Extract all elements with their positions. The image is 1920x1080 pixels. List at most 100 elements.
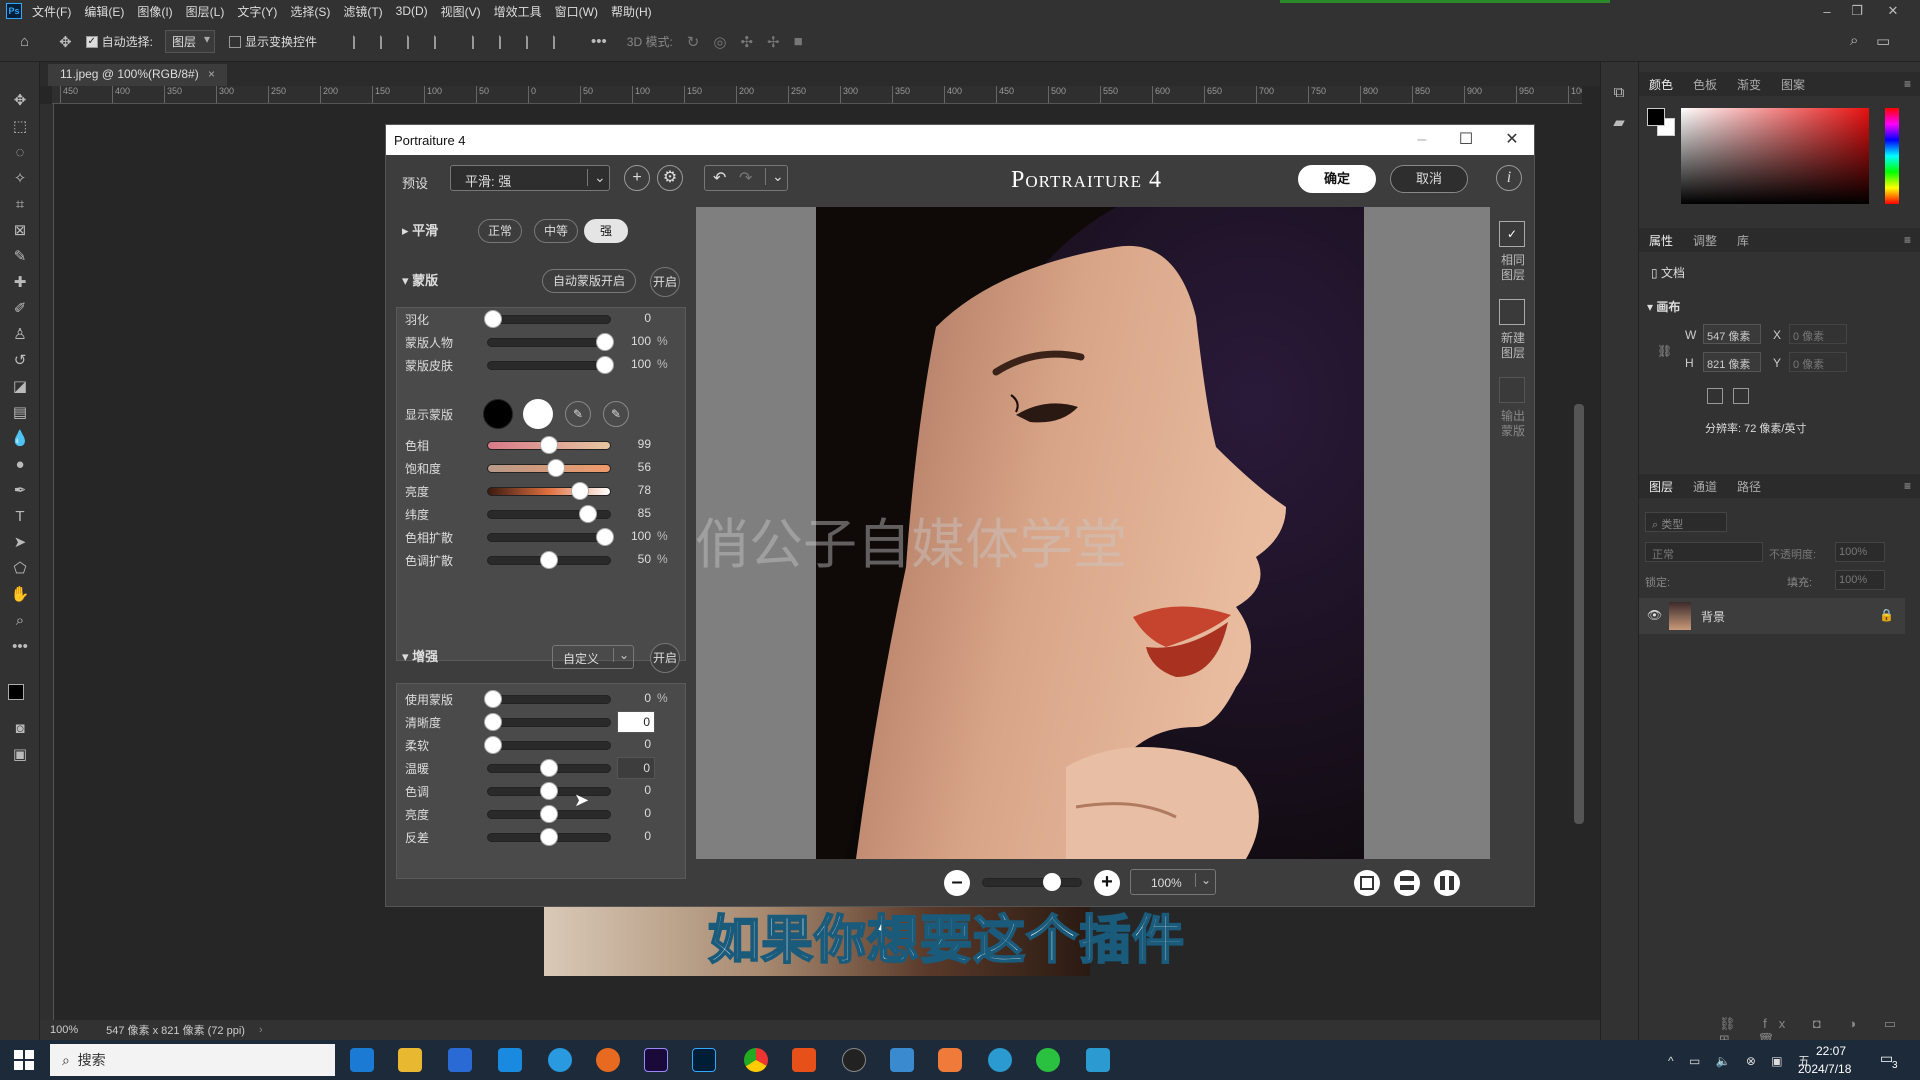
link-icon[interactable]: ⛓ (1657, 344, 1672, 358)
eyedropper-icon[interactable]: ✎ (8, 246, 32, 268)
restore-icon[interactable]: ❐ (1844, 0, 1870, 22)
mask-value[interactable]: 100 (619, 357, 651, 371)
hue-slider[interactable] (1885, 108, 1899, 204)
screen-mode-icon[interactable]: ▣ (8, 744, 32, 766)
mask-color-slider-knob[interactable] (540, 436, 558, 454)
mask-slider-knob[interactable] (596, 356, 614, 374)
mask-color-value[interactable]: 100 (619, 529, 651, 543)
menu-file[interactable]: 文件(F) (32, 3, 71, 20)
menu-view[interactable]: 视图(V) (441, 3, 481, 20)
mask-color-slider-knob[interactable] (579, 505, 598, 523)
enhance-slider-knob[interactable] (484, 713, 502, 731)
mask-black-swatch[interactable] (483, 399, 513, 429)
mask-color-value[interactable]: 85 (619, 506, 651, 520)
enhance-slider[interactable] (487, 695, 611, 704)
firefox-icon[interactable] (596, 1048, 620, 1072)
enhance-value[interactable]: 0 (619, 691, 651, 705)
auto-mask-button[interactable]: 自动蒙版开启 (542, 269, 636, 293)
lasso-tool-icon[interactable]: ◌ (8, 142, 32, 164)
mask-color-slider-knob[interactable] (540, 551, 558, 569)
menu-plugins[interactable]: 增效工具 (494, 3, 542, 20)
mail-icon[interactable] (498, 1048, 522, 1072)
mask-color-value[interactable]: 56 (619, 460, 651, 474)
tab-layers[interactable]: 图层 (1639, 478, 1683, 495)
search-icon[interactable]: ⌕ (1850, 32, 1858, 49)
dodge-tool-icon[interactable]: ● (8, 454, 32, 476)
y-field[interactable]: 0 像素 (1789, 352, 1847, 372)
align-bottom-icon[interactable] (526, 34, 540, 49)
menu-layer[interactable]: 图层(L) (186, 3, 225, 20)
enhance-value[interactable]: 0 (619, 806, 651, 820)
zoom-slider-knob[interactable] (1043, 873, 1061, 891)
cloud-icon[interactable] (1086, 1048, 1110, 1072)
app-icon[interactable] (890, 1048, 914, 1072)
tab-paths[interactable]: 路径 (1727, 478, 1771, 495)
auto-select-checkbox[interactable]: ✓ (85, 35, 98, 48)
mask-value[interactable]: 100 (619, 334, 651, 348)
x-field[interactable]: 0 像素 (1789, 324, 1847, 344)
enhance-value-box[interactable]: 0 (617, 711, 655, 733)
menu-filter[interactable]: 滤镜(T) (343, 3, 382, 20)
path-select-icon[interactable]: ➤ (8, 532, 32, 554)
mask-eyedropper-icon[interactable]: ✎ (565, 401, 591, 427)
ok-button[interactable]: 确定 (1298, 165, 1376, 193)
zoom-readout[interactable]: 100% (50, 1024, 78, 1036)
canvas-scrollbar[interactable] (1574, 404, 1584, 824)
mask-section-toggle[interactable]: ▾ 蒙版 (402, 269, 438, 293)
mask-color-slider-knob[interactable] (571, 482, 590, 500)
enhance-slider-knob[interactable] (540, 782, 558, 800)
menu-select[interactable]: 选择(S) (290, 3, 330, 20)
comment-panel-icon[interactable]: ▰ (1607, 112, 1631, 134)
close-icon[interactable]: ✕ (1880, 0, 1906, 22)
dialog-maximize-icon[interactable]: ☐ (1446, 127, 1486, 153)
enhance-value[interactable]: 0 (619, 737, 651, 751)
panel-menu-icon[interactable]: ≡ (1894, 479, 1920, 493)
blur-tool-icon[interactable]: 💧 (8, 428, 32, 450)
enhance-section-toggle[interactable]: ▾ 增强 (402, 645, 438, 669)
history-panel-icon[interactable]: ⧉ (1607, 82, 1631, 104)
mask-white-swatch[interactable] (523, 399, 553, 429)
tab-channels[interactable]: 通道 (1683, 478, 1727, 495)
marquee-tool-icon[interactable]: ⬚ (8, 116, 32, 138)
status-arrow-icon[interactable]: › (259, 1024, 263, 1036)
enhance-slider-knob[interactable] (484, 690, 502, 708)
new-layer-checkbox[interactable] (1499, 299, 1525, 325)
mask-color-slider-knob[interactable] (546, 459, 565, 477)
distribute-icon[interactable] (434, 34, 448, 49)
same-layer-checkbox[interactable]: ✓ (1499, 221, 1525, 247)
zoom-in-icon[interactable]: + (1094, 870, 1120, 896)
enhance-slider-knob[interactable] (484, 736, 502, 754)
tray-icons[interactable]: ^ ▭ 🔈 ⊗ ▣ 五 (1668, 1052, 1816, 1069)
mask-color-slider[interactable] (487, 533, 611, 542)
height-field[interactable]: 821 像素 (1703, 352, 1761, 372)
panel-menu-icon[interactable]: ≡ (1894, 77, 1920, 91)
info-icon[interactable]: i (1496, 165, 1522, 191)
mask-value[interactable]: 0 (619, 311, 651, 325)
edge-icon[interactable] (350, 1048, 374, 1072)
app-icon[interactable] (548, 1048, 572, 1072)
align-right-icon[interactable] (407, 34, 421, 49)
settings-gear-icon[interactable]: ⚙ (657, 165, 683, 191)
smooth-option-0[interactable]: 正常 (478, 219, 522, 243)
enhance-slider[interactable] (487, 741, 611, 750)
mask-color-value[interactable]: 78 (619, 483, 651, 497)
windows-start-icon[interactable] (14, 1050, 34, 1070)
align-center-icon[interactable] (380, 34, 394, 49)
smooth-option-2[interactable]: 强 (584, 219, 628, 243)
smooth-option-1[interactable]: 中等 (534, 219, 578, 243)
enhance-slider-knob[interactable] (540, 805, 558, 823)
enhance-mode-select[interactable]: 自定义 ⌄ (552, 645, 634, 669)
tab-adjustments[interactable]: 调整 (1683, 232, 1727, 249)
blend-mode-select[interactable]: 正常 (1645, 542, 1763, 562)
cancel-button[interactable]: 取消 (1390, 165, 1468, 193)
color-field[interactable] (1681, 108, 1869, 204)
portrait-orientation-icon[interactable] (1707, 388, 1723, 404)
tab-gradients[interactable]: 渐变 (1727, 76, 1771, 93)
distribute-vertical-icon[interactable] (553, 34, 567, 49)
fg-color-picker[interactable] (1647, 108, 1665, 126)
menu-edit[interactable]: 编辑(E) (84, 3, 124, 20)
opacity-field[interactable]: 100% (1835, 542, 1885, 562)
stamp-tool-icon[interactable]: ♙ (8, 324, 32, 346)
app-icon[interactable] (842, 1048, 866, 1072)
move-tool-icon[interactable]: ✥ (59, 33, 72, 51)
